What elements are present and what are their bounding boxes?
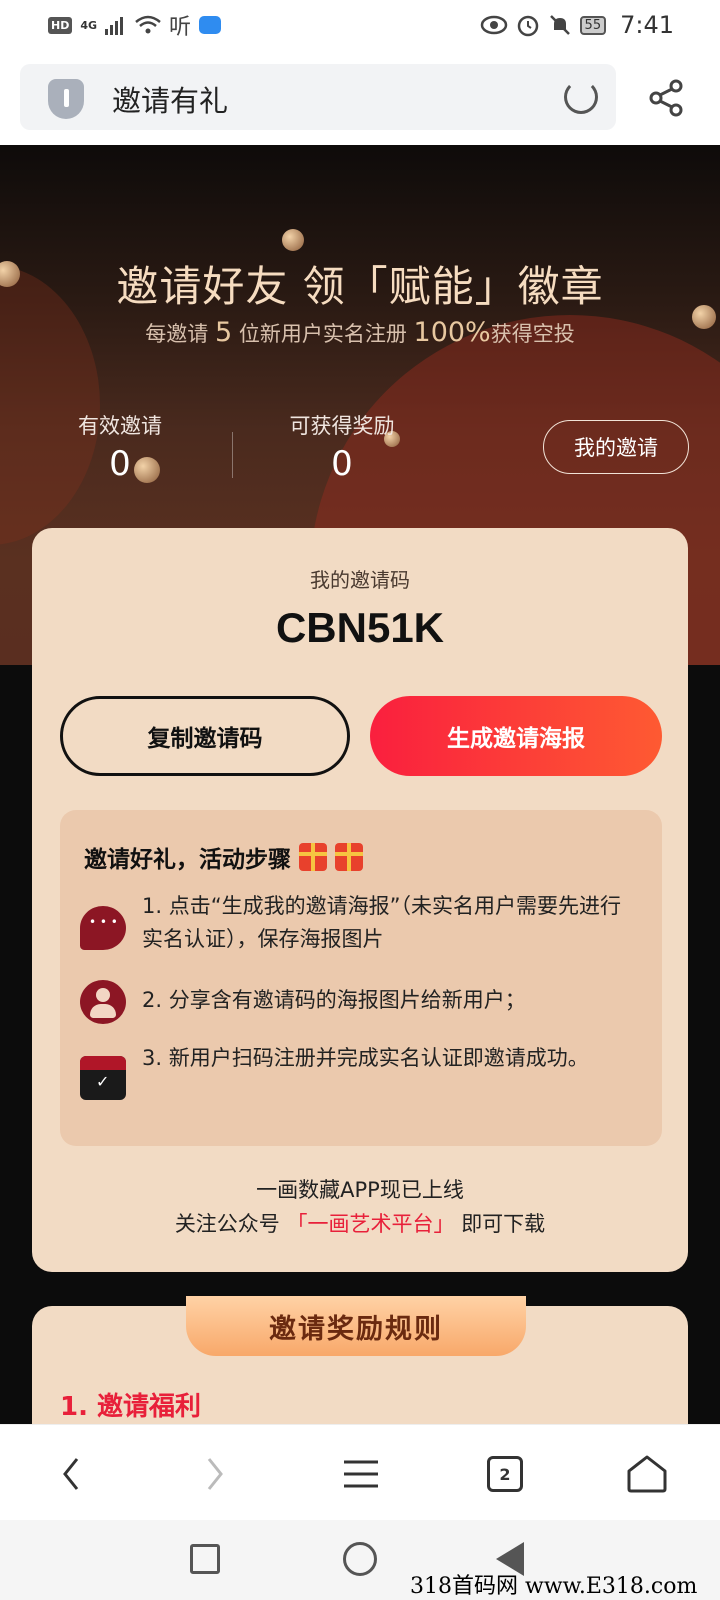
steps-title-text: 邀请好礼，活动步骤 xyxy=(84,847,291,873)
rewards-label: 可获得奖励 xyxy=(289,414,395,438)
copy-code-button[interactable]: 复制邀请码 xyxy=(60,696,350,776)
user-icon xyxy=(80,980,126,1024)
shield-icon xyxy=(48,79,84,119)
official-account-name: 「一画艺术平台」 xyxy=(286,1212,455,1236)
reload-icon[interactable] xyxy=(564,80,598,114)
rules-tab: 邀请奖励规则 xyxy=(186,1296,526,1356)
invite-stats: 有效邀请 0 可获得奖励 0 我的邀请 xyxy=(0,410,720,530)
hero-sub-prefix: 每邀请 xyxy=(145,322,209,346)
hero-sub-suffix: 获得空投 xyxy=(490,322,575,346)
back-button[interactable] xyxy=(46,1449,96,1499)
home-system-button[interactable] xyxy=(343,1542,377,1576)
status-bar: HD 4G 听 55 7:41 xyxy=(0,0,720,50)
tab-count: 2 xyxy=(487,1456,523,1492)
network-type: 4G xyxy=(80,18,98,32)
hero-title: 邀请好友 领「赋能」徽章 xyxy=(116,262,604,311)
hero-sub-count: 5 xyxy=(214,317,233,348)
clock: 7:41 xyxy=(620,11,674,39)
forward-button[interactable] xyxy=(190,1449,240,1499)
rules-heading: 1. 邀请福利 xyxy=(60,1392,202,1422)
invite-code-value: CBN51K xyxy=(275,604,445,651)
hero-subtitle: 每邀请 5 位新用户实名注册 100%获得空投 xyxy=(0,317,720,348)
wifi-icon xyxy=(135,15,161,34)
battery-indicator: 55 xyxy=(579,15,607,35)
status-right: 55 7:41 xyxy=(480,11,674,39)
valid-invites-value: 0 xyxy=(109,444,131,484)
gift-icon xyxy=(299,843,327,871)
reward-rules-card: 邀请奖励规则 1. 邀请福利 xyxy=(32,1296,688,1426)
chevron-right-icon xyxy=(207,1458,223,1490)
my-invites-button[interactable]: 我的邀请 xyxy=(543,420,689,474)
cloud-icon xyxy=(199,16,222,34)
eye-icon xyxy=(480,15,507,35)
recents-button[interactable] xyxy=(190,1544,220,1574)
invite-code-label: 我的邀请码 xyxy=(310,568,410,592)
rewards-stat: 可获得奖励 0 xyxy=(242,410,442,484)
valid-invites-label: 有效邀请 xyxy=(78,414,162,438)
valid-invites-stat: 有效邀请 0 xyxy=(20,410,220,484)
decor-coin xyxy=(282,229,304,251)
download-prefix: 关注公众号 xyxy=(174,1212,280,1236)
activity-steps: 邀请好礼，活动步骤 1. 点击“生成我的邀请海报”（未实名用户需要先进行实名认证… xyxy=(60,810,662,1146)
invite-code-card: 我的邀请码 CBN51K 复制邀请码 生成邀请海报 邀请好礼，活动步骤 1. 点… xyxy=(32,528,688,1272)
alarm-icon xyxy=(517,15,538,37)
share-icon[interactable] xyxy=(646,78,686,118)
hd-badge: HD xyxy=(48,16,73,34)
signal-icon xyxy=(105,17,124,35)
mute-bell-icon xyxy=(549,15,570,35)
address-field[interactable]: 邀请有礼 xyxy=(20,64,616,130)
step-text: 1. 点击“生成我的邀请海报”（未实名用户需要先进行实名认证），保存海报图片 xyxy=(142,894,621,951)
hero-sub-percent: 100% xyxy=(413,317,491,348)
gift-box-icon xyxy=(80,1056,126,1100)
chevron-left-icon xyxy=(63,1458,79,1490)
steps-title: 邀请好礼，活动步骤 xyxy=(84,840,363,874)
home-icon xyxy=(627,1455,667,1493)
page-title: 邀请有礼 xyxy=(112,84,229,118)
browser-toolbar: 2 xyxy=(0,1424,720,1520)
generate-poster-button[interactable]: 生成邀请海报 xyxy=(370,696,662,776)
status-left: HD 4G 听 xyxy=(48,9,222,41)
rewards-value: 0 xyxy=(331,444,353,484)
chat-bubble-icon xyxy=(80,906,126,950)
step-text: 3. 新用户扫码注册并完成实名认证即邀请成功。 xyxy=(142,1046,589,1070)
gift-icon xyxy=(335,843,363,871)
ting-icon: 听 xyxy=(169,15,192,40)
download-suffix: 即可下载 xyxy=(461,1212,546,1236)
step-text: 2. 分享含有邀请码的海报图片给新用户； xyxy=(142,988,526,1012)
tabs-button[interactable]: 2 xyxy=(480,1449,530,1499)
download-notice: 关注公众号 「一画艺术平台」 即可下载 xyxy=(32,1208,688,1238)
browser-address-bar: 邀请有礼 xyxy=(0,50,720,145)
stat-divider xyxy=(232,432,233,478)
app-launch-notice: 一画数藏APP现已上线 xyxy=(256,1178,464,1202)
home-button[interactable] xyxy=(622,1449,672,1499)
menu-icon xyxy=(344,1460,378,1488)
watermark-text: 318首码网 www.E318.com xyxy=(410,1574,698,1599)
hero-sub-middle: 位新用户实名注册 xyxy=(238,322,407,346)
menu-button[interactable] xyxy=(336,1449,386,1499)
